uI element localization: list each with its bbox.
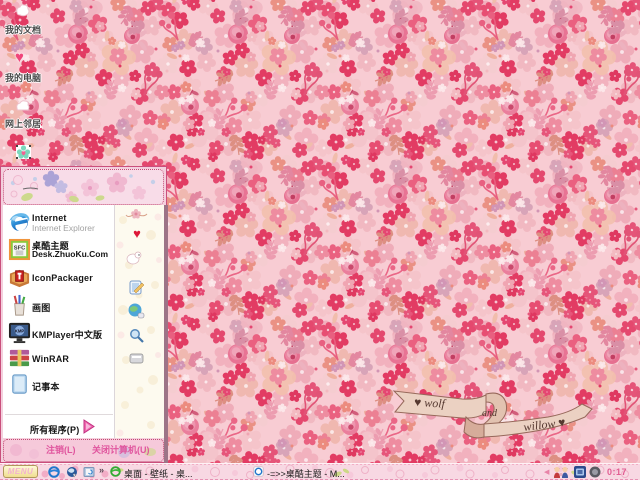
svg-text:♥ wolf: ♥ wolf — [414, 395, 447, 411]
svg-text:and: and — [482, 408, 498, 419]
svg-text:♥: ♥ — [133, 226, 141, 241]
svg-text:关闭计算机(U): 关闭计算机(U) — [92, 444, 150, 455]
svg-text:KMP: KMP — [15, 329, 25, 334]
svg-text:注销(L): 注销(L) — [46, 444, 76, 455]
